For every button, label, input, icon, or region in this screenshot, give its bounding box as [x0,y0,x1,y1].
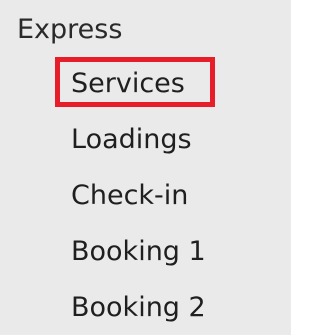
menu-item-label: Loadings [71,124,192,155]
menu-item-loadings[interactable]: Loadings [0,112,291,168]
menu-item-booking-1[interactable]: Booking 1 [0,224,291,280]
menu-item-label: Services [71,68,185,99]
menu-item-label: Booking 2 [71,292,206,323]
express-menu-panel: Express Services Loadings Check-in Booki… [0,0,291,335]
menu-list: Services Loadings Check-in Booking 1 Boo… [0,56,291,336]
menu-group-header[interactable]: Express [17,10,122,50]
menu-item-booking-2[interactable]: Booking 2 [0,280,291,336]
menu-item-services[interactable]: Services [0,56,291,112]
menu-item-label: Check-in [71,180,189,211]
menu-item-check-in[interactable]: Check-in [0,168,291,224]
menu-item-label: Booking 1 [71,236,206,267]
